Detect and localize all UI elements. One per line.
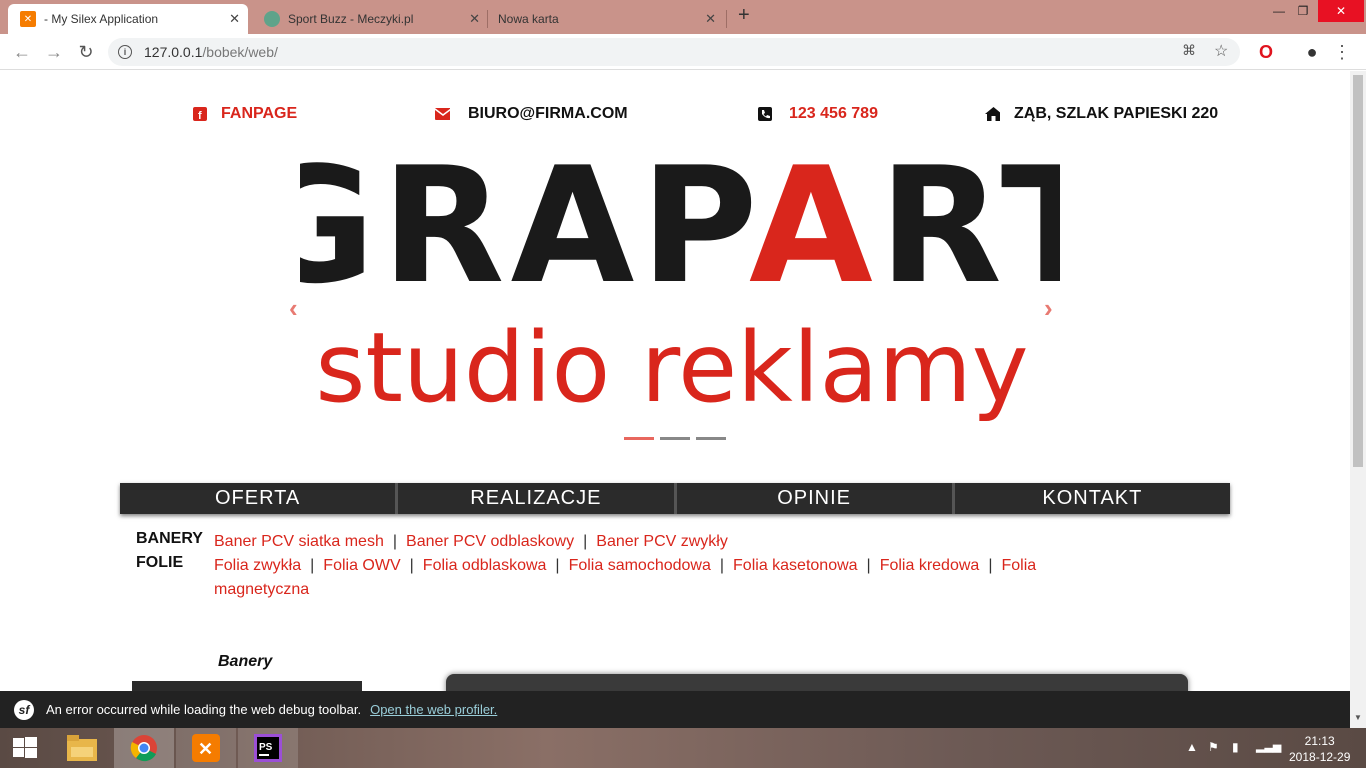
start-button[interactable] [0,728,50,768]
profile-avatar-icon[interactable]: ● [1300,40,1324,64]
tab-label: - My Silex Application [44,12,159,26]
debug-error-message: An error occurred while loading the web … [46,702,362,717]
tray-overflow-icon[interactable]: ▲ [1186,740,1198,754]
product-link[interactable]: Folia odblaskowa [423,557,547,574]
symfony-icon: sf [14,699,34,720]
tab-silex-app[interactable]: ✕ - My Silex Application ✕ [8,4,248,34]
forward-button[interactable]: → [42,40,66,64]
xampp-taskbar-button[interactable]: ✕ [176,728,236,768]
product-link[interactable]: Baner PCV odblaskowy [406,533,574,550]
tab-new-tab[interactable]: Nowa karta ✕ [488,4,724,34]
windows-taskbar: ✕ PS ▲ ⚑ ▮ ▂▃▅ 21:13 2018-12-29 [0,728,1366,768]
folder-icon [67,735,97,761]
svg-text:GRAPART: GRAPART [300,149,1060,319]
scroll-down-arrow[interactable]: ▼ [1353,713,1363,722]
product-link[interactable]: Folia OWV [323,557,400,574]
bookmark-star-icon[interactable]: ☆ [1214,41,1228,61]
close-tab-icon[interactable]: ✕ [469,11,480,27]
tab-label: Sport Buzz - Meczyki.pl [288,12,414,26]
envelope-icon [435,107,450,122]
menu-opinie[interactable]: OPINIE [677,483,955,514]
scrollbar-thumb[interactable] [1353,75,1363,467]
close-window-button[interactable]: ✕ [1318,0,1364,22]
carousel-indicator-1[interactable] [624,437,654,440]
carousel-next-arrow[interactable]: › [1044,293,1053,324]
address-bar[interactable]: i 127.0.0.1/bobek/web/ ⌘ ☆ [108,38,1240,66]
contact-address: ZĄB, SZLAK PAPIESKI 220 [985,105,1218,123]
site-info-icon[interactable]: i [118,45,132,59]
product-link[interactable]: Baner PCV zwykły [596,533,728,550]
contact-fanpage[interactable]: f FANPAGE [192,105,297,123]
phpstorm-taskbar-button[interactable]: PS [238,728,298,768]
tab-label: Nowa karta [498,12,559,26]
home-icon [985,107,1000,122]
contact-email[interactable]: BIURO@FIRMA.COM [435,105,628,123]
close-tab-icon[interactable]: ✕ [705,11,716,27]
browser-tab-strip: ✕ - My Silex Application ✕ Sport Buzz - … [0,0,1366,34]
product-link[interactable]: Folia samochodowa [569,557,711,574]
grapart-logo: GRAPART studio reklamy [300,149,1060,424]
new-tab-button[interactable]: + [738,4,750,27]
chrome-taskbar-button[interactable] [114,728,174,768]
carousel-indicator-3[interactable] [696,437,726,440]
product-link[interactable]: Folia kasetonowa [733,557,858,574]
reload-button[interactable]: ↻ [74,40,98,64]
opera-extension-icon[interactable]: O [1254,40,1278,64]
svg-text:PS: PS [259,742,273,753]
meczyki-favicon-icon [264,11,280,27]
svg-text:f: f [198,110,202,121]
clock-time: 21:13 [1304,734,1335,748]
menu-kontakt[interactable]: KONTAKT [955,483,1230,514]
menu-realizacje[interactable]: REALIZACJE [398,483,677,514]
tab-separator [726,10,727,28]
sidebar-panel [132,681,362,691]
tab-sport-buzz[interactable]: Sport Buzz - Meczyki.pl ✕ [252,4,488,34]
contact-phone[interactable]: 123 456 789 [757,105,878,123]
carousel-prev-arrow[interactable]: ‹ [289,293,298,324]
product-link[interactable]: Baner PCV siatka mesh [214,533,384,550]
svg-text:studio reklamy: studio reklamy [315,312,1028,424]
phone-icon [757,107,772,122]
email-link[interactable]: BIURO@FIRMA.COM [468,105,628,123]
back-button[interactable]: ← [10,40,34,64]
clock-date: 2018-12-29 [1289,750,1351,764]
menu-oferta[interactable]: OFERTA [120,483,399,514]
web-page: f FANPAGE BIURO@FIRMA.COM 123 456 789 ZĄ… [0,71,1350,691]
fanpage-link[interactable]: FANPAGE [221,105,297,123]
content-panel [446,674,1188,691]
carousel-indicator-2[interactable] [660,437,690,440]
phpstorm-icon: PS [254,734,282,762]
clock[interactable]: 21:13 2018-12-29 [1289,733,1350,765]
product-link[interactable]: Folia zwykła [214,557,301,574]
debug-toolbar: sf An error occurred while loading the w… [0,691,1350,728]
svg-text:✕: ✕ [198,739,213,759]
url-text: 127.0.0.1/bobek/web/ [144,44,278,60]
xampp-icon: ✕ [192,734,220,762]
chrome-icon [130,735,157,762]
close-tab-icon[interactable]: ✕ [229,11,240,27]
facebook-icon: f [192,107,207,122]
section-title: Banery [218,653,273,670]
product-link[interactable]: Folia kredowa [880,557,980,574]
category-label: FOLIE [136,554,184,571]
address-text: ZĄB, SZLAK PAPIESKI 220 [1014,105,1219,122]
windows-logo-icon [13,737,37,758]
category-links: Folia zwykła | Folia OWV | Folia odblaskowa |… [214,557,1037,598]
page-scrollbar[interactable]: ▲ ▼ [1350,71,1366,728]
translate-icon[interactable]: ⌘ [1182,42,1196,59]
phone-link[interactable]: 123 456 789 [789,105,878,123]
main-menu: OFERTA REALIZACJE OPINIE KONTAKT [120,483,1230,514]
flag-icon[interactable]: ⚑ [1208,740,1219,754]
browser-toolbar: ← → ↻ i 127.0.0.1/bobek/web/ ⌘ ☆ O ● ⋮ [0,34,1366,70]
xampp-favicon-icon: ✕ [20,11,36,27]
battery-icon[interactable]: ▮ [1232,740,1239,754]
category-links: Baner PCV siatka mesh | Baner PCV odblasko… [214,533,728,550]
menu-kebab-icon[interactable]: ⋮ [1330,40,1354,64]
web-profiler-link[interactable]: Open the web profiler. [370,702,497,717]
file-explorer-button[interactable] [52,728,112,768]
network-icon[interactable]: ▂▃▅ [1256,740,1281,753]
category-label: BANERY [136,530,203,547]
